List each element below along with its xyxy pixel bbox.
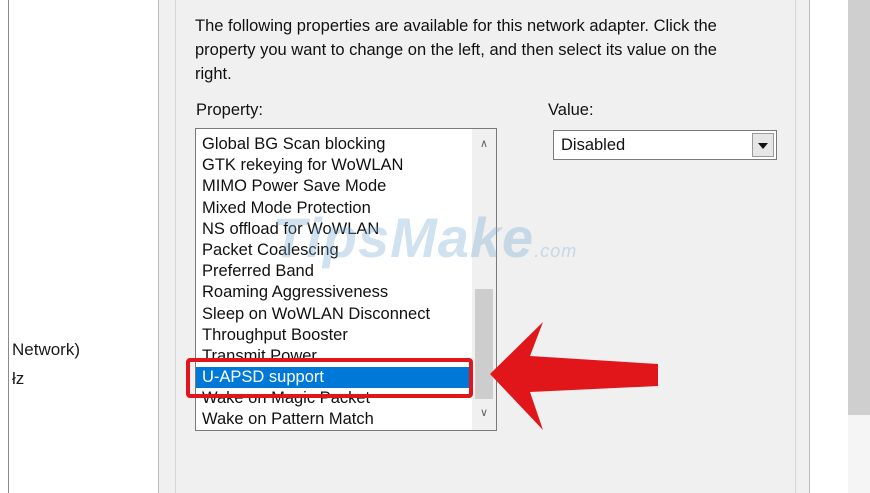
- scroll-up-icon[interactable]: ∧: [472, 133, 496, 155]
- value-label: Value:: [548, 101, 594, 119]
- instructions-text: The following properties are available f…: [195, 17, 717, 83]
- background-window-border: [8, 0, 9, 493]
- background-scroll-area-bottom: [848, 415, 870, 493]
- background-scroll-area: [848, 0, 870, 415]
- property-item[interactable]: NS offload for WoWLAN: [196, 219, 471, 240]
- property-item[interactable]: Roaming Aggressiveness: [196, 282, 471, 303]
- background-text-network: Network): [12, 340, 81, 359]
- property-item[interactable]: Global BG Scan blocking: [196, 134, 471, 155]
- dropdown-button[interactable]: [752, 133, 774, 157]
- property-item[interactable]: GTK rekeying for WoWLAN: [196, 155, 471, 176]
- property-label: Property:: [196, 101, 263, 119]
- property-item[interactable]: Packet Coalescing: [196, 240, 471, 261]
- property-item[interactable]: Mixed Mode Protection: [196, 198, 471, 219]
- property-item[interactable]: Preferred Band: [196, 261, 471, 282]
- chevron-down-icon: [758, 143, 768, 149]
- annotation-highlight-box: [186, 358, 473, 398]
- value-dropdown-selected: Disabled: [561, 136, 626, 154]
- annotation-arrow-icon: [490, 322, 658, 430]
- property-item[interactable]: Throughput Booster: [196, 325, 471, 346]
- value-dropdown[interactable]: Disabled: [553, 130, 777, 160]
- property-item[interactable]: Sleep on WoWLAN Disconnect: [196, 304, 471, 325]
- background-text-frequency: łz: [12, 369, 25, 388]
- background-window: [9, 0, 159, 493]
- property-item[interactable]: MIMO Power Save Mode: [196, 176, 471, 197]
- property-item[interactable]: Wake on Pattern Match: [196, 409, 471, 430]
